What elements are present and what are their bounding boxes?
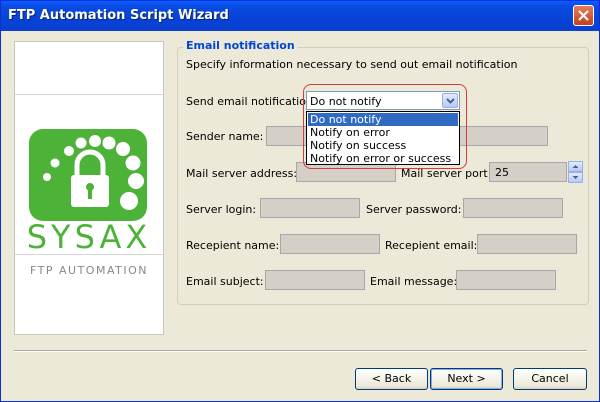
mail-port-input[interactable]: 25	[489, 162, 567, 182]
email-message-label: Email message:	[370, 275, 458, 288]
server-password-input[interactable]	[463, 198, 563, 218]
group-description: Specify information necessary to send ou…	[186, 58, 518, 71]
email-message-input[interactable]	[456, 270, 556, 290]
port-spinner[interactable]	[568, 161, 583, 183]
title-bar[interactable]: FTP Automation Script Wizard	[1, 1, 599, 31]
padlock-logo-icon	[29, 129, 147, 221]
wizard-window: FTP Automation Script Wizard SYSAX FTP A…	[0, 0, 600, 402]
email-subject-input[interactable]	[265, 270, 365, 290]
dropdown-option[interactable]: Notify on error	[308, 126, 458, 139]
dropdown-option[interactable]: Notify on success	[308, 139, 458, 152]
email-subject-label: Email subject:	[186, 275, 264, 288]
spin-up-button[interactable]	[568, 161, 583, 172]
panel-divider	[15, 94, 163, 95]
next-button[interactable]: Next >	[430, 368, 503, 390]
send-notification-label: Send email notification:	[186, 95, 317, 108]
group-title: Email notification	[183, 39, 298, 52]
footer-separator	[14, 350, 587, 352]
brand-name: SYSAX	[26, 218, 152, 256]
notification-select[interactable]: Do not notify	[306, 91, 460, 110]
arrow-down-icon	[572, 176, 579, 179]
server-login-input[interactable]	[260, 198, 360, 218]
panel-divider	[15, 254, 163, 255]
server-login-label: Server login:	[186, 203, 257, 216]
dropdown-option[interactable]: Notify on error or success	[308, 152, 458, 165]
server-password-label: Server password:	[366, 203, 462, 216]
back-button[interactable]: < Back	[355, 368, 428, 390]
branding-panel: SYSAX FTP AUTOMATION	[14, 41, 164, 335]
select-value: Do not notify	[310, 95, 382, 108]
cancel-button[interactable]: Cancel	[513, 368, 587, 390]
brand-tagline: FTP AUTOMATION	[30, 264, 148, 277]
recipient-email-input[interactable]	[477, 234, 577, 254]
dropdown-option[interactable]: Do not notify	[308, 113, 458, 126]
chevron-down-icon	[446, 98, 455, 104]
notification-dropdown-list: Do not notify Notify on error Notify on …	[306, 111, 460, 165]
mail-server-label: Mail server address:	[186, 167, 298, 180]
sender-name-label: Sender name:	[186, 130, 264, 143]
close-icon	[578, 10, 589, 21]
arrow-up-icon	[572, 165, 579, 168]
recipient-name-label: Recepient name:	[186, 239, 280, 252]
dropdown-button[interactable]	[442, 93, 458, 108]
close-button[interactable]	[573, 5, 594, 26]
recipient-name-input[interactable]	[280, 234, 380, 254]
window-title: FTP Automation Script Wizard	[8, 8, 229, 23]
recipient-email-label: Recepient email:	[385, 239, 478, 252]
spin-down-button[interactable]	[568, 172, 583, 183]
